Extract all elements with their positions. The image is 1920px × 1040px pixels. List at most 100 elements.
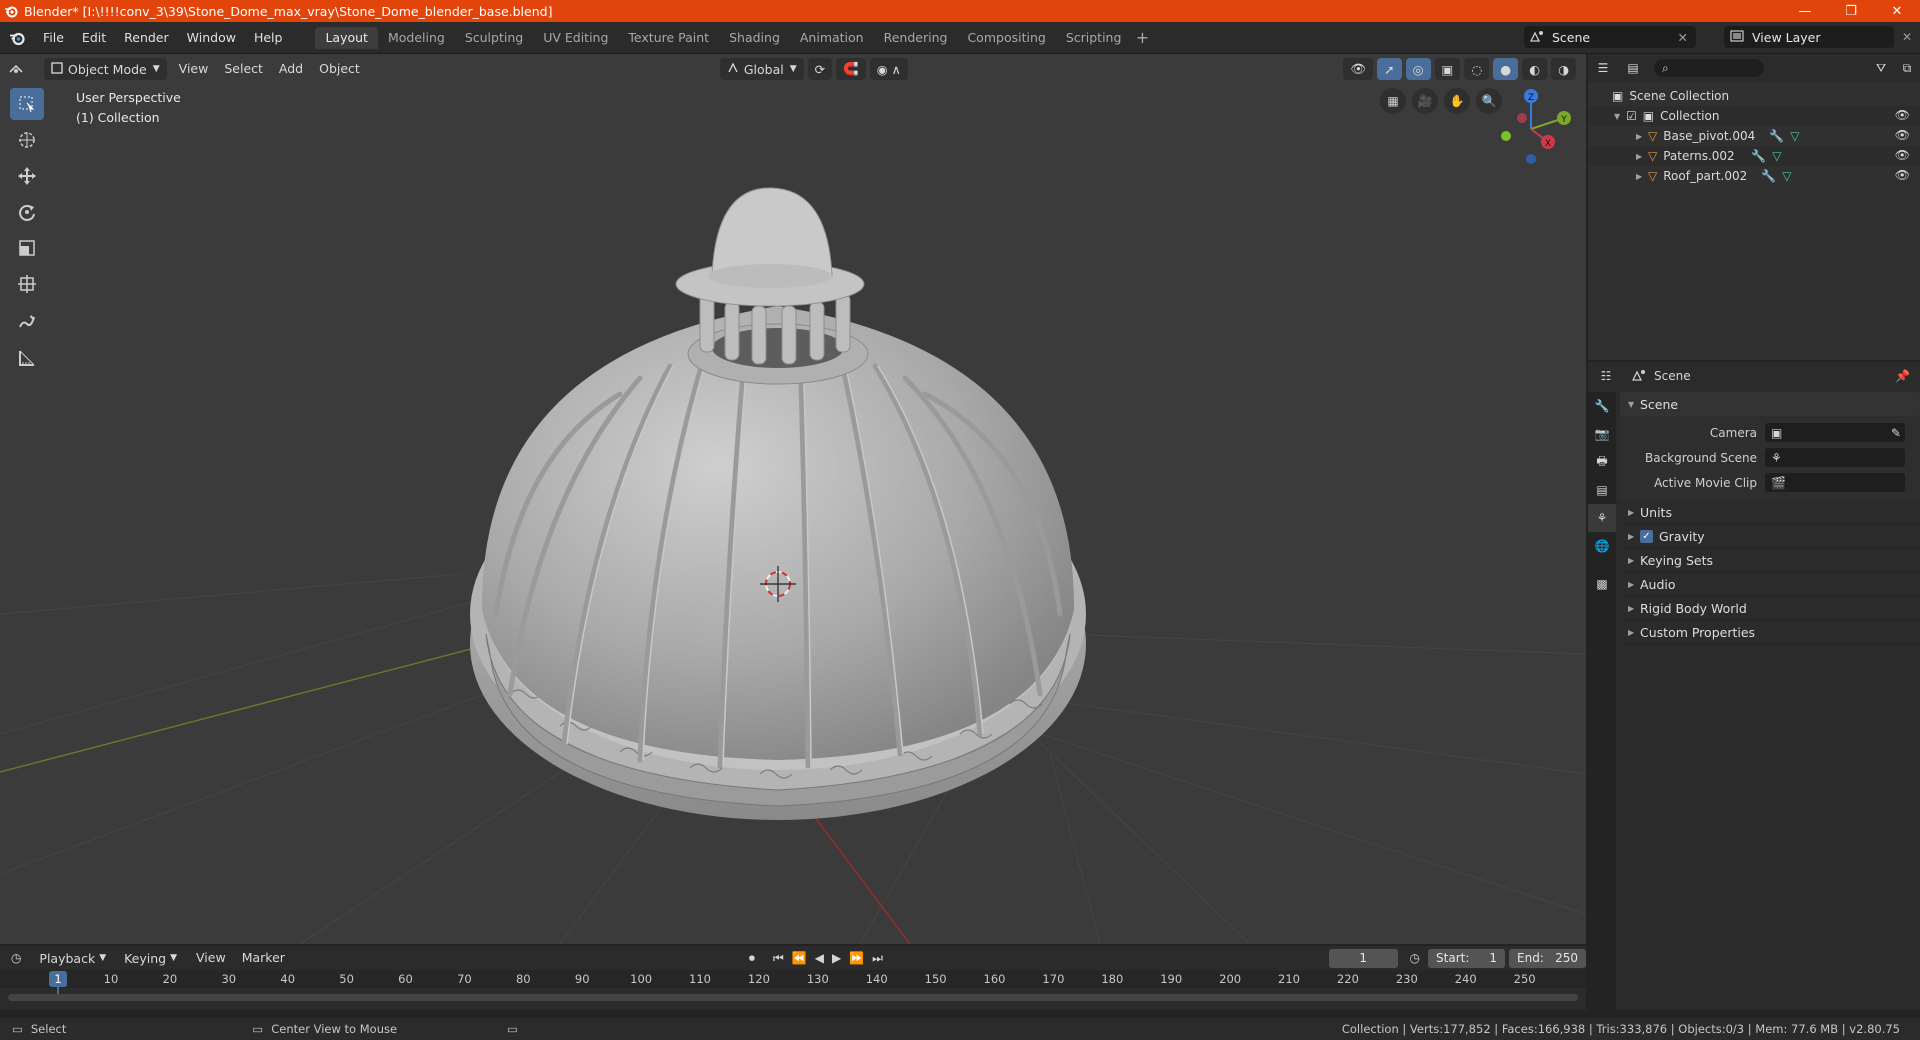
scene-selector[interactable]: Scene ✕ bbox=[1524, 26, 1696, 48]
tool-tab-icon[interactable]: 🔧 bbox=[1588, 392, 1616, 420]
expand-arrow-icon[interactable]: ▼ bbox=[1614, 112, 1626, 121]
eye-icon[interactable]: 👁 bbox=[1895, 148, 1910, 162]
add-workspace-button[interactable]: + bbox=[1131, 27, 1153, 49]
menu-file[interactable]: File bbox=[34, 22, 73, 54]
maximize-button[interactable]: ❐ bbox=[1828, 0, 1874, 22]
snap-button[interactable]: 🧲 bbox=[836, 58, 866, 80]
next-keyframe-icon[interactable]: ⏩ bbox=[849, 951, 864, 965]
viewport-menu-select[interactable]: Select bbox=[216, 58, 271, 80]
tab-compositing[interactable]: Compositing bbox=[957, 27, 1055, 49]
object-mode-dropdown[interactable]: Object Mode ▼ bbox=[44, 58, 167, 80]
viewport-menu-view[interactable]: View bbox=[171, 58, 217, 80]
grid-view-icon[interactable]: ▦ bbox=[1380, 88, 1406, 114]
eye-icon[interactable]: 👁 bbox=[1895, 108, 1910, 122]
visibility-dropdown[interactable]: 👁 bbox=[1343, 58, 1374, 80]
eye-icon[interactable]: 👁 bbox=[1895, 168, 1910, 182]
shading-solid[interactable]: ● bbox=[1493, 58, 1519, 80]
timeline-view-menu[interactable]: View bbox=[188, 947, 234, 969]
units-panel[interactable]: ▶ Units bbox=[1620, 501, 1920, 525]
pivot-point-button[interactable]: ⟳ bbox=[807, 58, 833, 80]
cursor-tool[interactable] bbox=[10, 124, 44, 156]
jump-start-icon[interactable]: ⏮ bbox=[773, 951, 784, 966]
outliner-search-input[interactable]: ⌕ bbox=[1654, 59, 1764, 77]
blender-menu-icon[interactable] bbox=[0, 22, 34, 54]
close-button[interactable]: ✕ bbox=[1874, 0, 1920, 22]
tab-uv-editing[interactable]: UV Editing bbox=[533, 27, 618, 49]
rigid-body-world-panel[interactable]: ▶ Rigid Body World bbox=[1620, 597, 1920, 621]
gravity-checkbox[interactable]: ✓ bbox=[1640, 530, 1653, 543]
custom-properties-panel[interactable]: ▶ Custom Properties bbox=[1620, 621, 1920, 645]
timeline-scrollbar[interactable] bbox=[8, 994, 1578, 1001]
view-layer-selector[interactable]: View Layer bbox=[1724, 26, 1894, 48]
measure-tool[interactable] bbox=[10, 342, 44, 374]
rotate-tool[interactable] bbox=[10, 196, 44, 228]
scene-collection-row[interactable]: ▣ Scene Collection bbox=[1588, 86, 1920, 106]
timeline-editor-icon[interactable]: ◷ bbox=[0, 951, 32, 965]
move-tool[interactable] bbox=[10, 160, 44, 192]
select-box-tool[interactable] bbox=[10, 88, 44, 120]
navigation-gizmo[interactable]: Z Y X bbox=[1486, 84, 1576, 174]
3d-viewport[interactable]: Object Mode ▼ View Select Add Object Glo… bbox=[0, 54, 1586, 944]
transform-orientation-dropdown[interactable]: Global ▼ bbox=[719, 58, 804, 80]
view-layer-tab-icon[interactable]: ▤ bbox=[1588, 476, 1616, 504]
camera-field[interactable]: ▣ ✎ bbox=[1765, 423, 1905, 442]
display-mode-icon[interactable]: ▤ bbox=[1618, 61, 1648, 75]
pan-hand-icon[interactable]: ✋ bbox=[1444, 88, 1470, 114]
clock-icon[interactable]: ◷ bbox=[1410, 951, 1420, 965]
output-tab-icon[interactable]: 🖶 bbox=[1588, 448, 1616, 476]
tab-scripting[interactable]: Scripting bbox=[1056, 27, 1132, 49]
shading-wireframe[interactable]: ◌ bbox=[1464, 58, 1490, 80]
shading-material[interactable]: ◐ bbox=[1522, 58, 1548, 80]
record-icon[interactable]: ⏺ bbox=[749, 951, 755, 966]
timeline-marker-menu[interactable]: Marker bbox=[234, 947, 293, 969]
scene-close-icon[interactable]: ✕ bbox=[1678, 30, 1688, 45]
timeline-ruler[interactable]: 1 10 20 30 40 50 60 70 80 90 100 110 120 130 140 150 160… bbox=[0, 970, 1586, 1001]
texture-tab-icon[interactable]: ▩ bbox=[1588, 570, 1616, 598]
start-frame-field[interactable]: Start: 1 bbox=[1428, 948, 1506, 968]
menu-edit[interactable]: Edit bbox=[73, 22, 115, 54]
audio-panel[interactable]: ▶ Audio bbox=[1620, 573, 1920, 597]
collection-checkbox[interactable]: ☑ bbox=[1626, 109, 1637, 123]
outliner-object-row[interactable]: ▶ ▽ Paterns.002 🔧 ▽ 👁 bbox=[1588, 146, 1920, 166]
active-movie-clip-field[interactable]: 🎬 bbox=[1765, 473, 1905, 492]
render-tab-icon[interactable]: 📷 bbox=[1588, 420, 1616, 448]
annotate-tool[interactable] bbox=[10, 306, 44, 338]
tab-rendering[interactable]: Rendering bbox=[874, 27, 958, 49]
expand-arrow-icon[interactable]: ▶ bbox=[1636, 152, 1648, 161]
prev-keyframe-icon[interactable]: ⏪ bbox=[792, 951, 807, 965]
transform-tool[interactable] bbox=[10, 268, 44, 300]
keying-menu[interactable]: Keying ▼ bbox=[117, 947, 184, 969]
viewport-menu-object[interactable]: Object bbox=[311, 58, 368, 80]
eye-icon[interactable]: 👁 bbox=[1895, 128, 1910, 142]
world-tab-icon[interactable]: 🌐 bbox=[1588, 532, 1616, 560]
viewport-menu-add[interactable]: Add bbox=[271, 58, 311, 80]
scene-panel-header[interactable]: ▼ Scene bbox=[1620, 392, 1920, 416]
properties-editor-icon[interactable]: ☷ bbox=[1588, 369, 1624, 383]
menu-render[interactable]: Render bbox=[115, 22, 178, 54]
camera-view-icon[interactable]: 🎥 bbox=[1412, 88, 1438, 114]
tab-sculpting[interactable]: Sculpting bbox=[455, 27, 533, 49]
overlays-toggle[interactable]: ◎ bbox=[1405, 58, 1431, 80]
pin-icon[interactable]: 📌 bbox=[1895, 369, 1910, 383]
play-icon[interactable]: ▶ bbox=[832, 951, 841, 965]
view-layer-close-icon[interactable]: ✕ bbox=[1902, 30, 1912, 44]
outliner-editor-icon[interactable]: ☰ bbox=[1588, 61, 1618, 75]
tab-texture-paint[interactable]: Texture Paint bbox=[618, 27, 719, 49]
jump-end-icon[interactable]: ⏭ bbox=[872, 951, 883, 966]
background-scene-field[interactable]: ⚘ bbox=[1765, 448, 1905, 467]
expand-arrow-icon[interactable]: ▶ bbox=[1636, 132, 1648, 141]
gravity-panel[interactable]: ▶ ✓ Gravity bbox=[1620, 525, 1920, 549]
scale-tool[interactable] bbox=[10, 232, 44, 264]
gizmo-toggle[interactable]: ➚ bbox=[1377, 58, 1402, 80]
expand-arrow-icon[interactable]: ▶ bbox=[1636, 172, 1648, 181]
scene-tab-icon[interactable]: ⚘ bbox=[1588, 504, 1616, 532]
tab-modeling[interactable]: Modeling bbox=[378, 27, 455, 49]
outliner-object-row[interactable]: ▶ ▽ Base_pivot.004 🔧 ▽ 👁 bbox=[1588, 126, 1920, 146]
filter-icon[interactable]: ⛛ bbox=[1868, 61, 1894, 76]
new-collection-icon[interactable]: ⧉ bbox=[1894, 61, 1920, 76]
collection-row[interactable]: ▼ ☑ ▣ Collection 👁 bbox=[1588, 106, 1920, 126]
playback-menu[interactable]: Playback ▼ bbox=[32, 947, 113, 969]
minimize-button[interactable]: — bbox=[1782, 0, 1828, 22]
xray-toggle[interactable]: ▣ bbox=[1434, 58, 1461, 80]
menu-help[interactable]: Help bbox=[245, 22, 292, 54]
